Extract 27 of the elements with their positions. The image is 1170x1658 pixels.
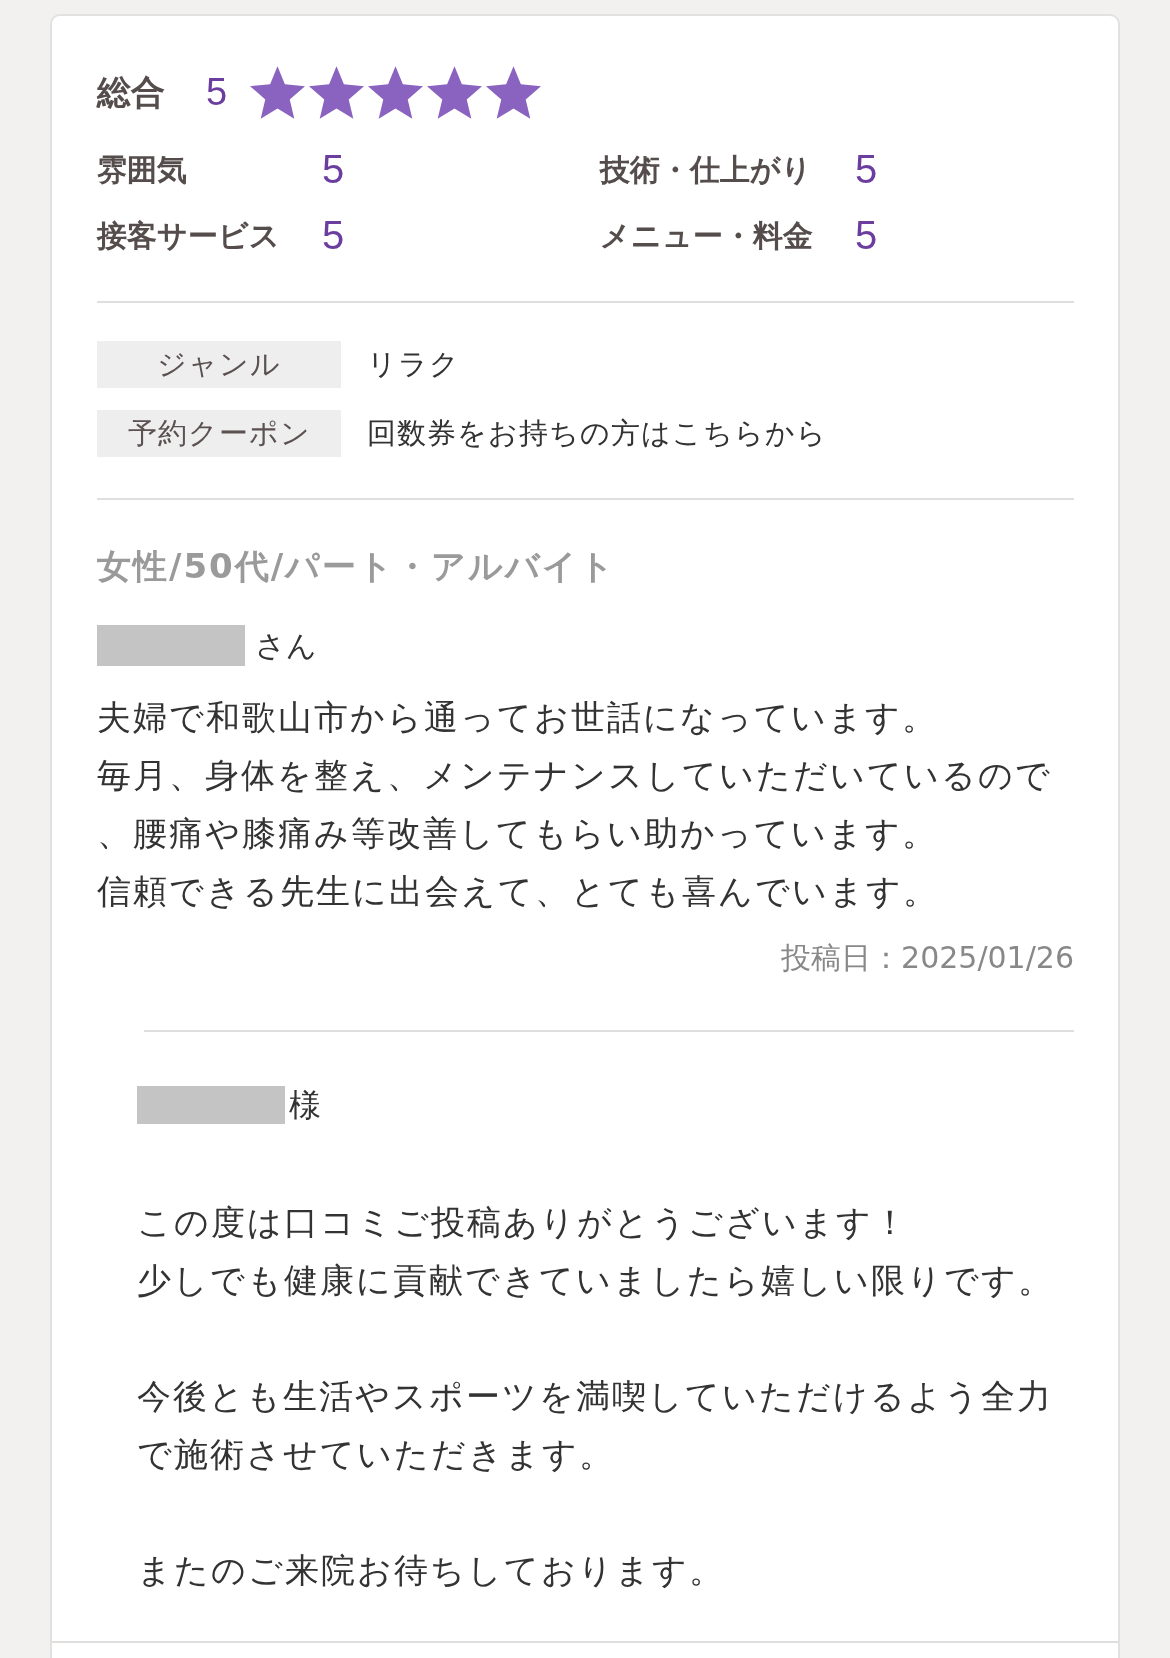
rating-label: 雰囲気 [97, 150, 187, 189]
detail-value: リラク [367, 345, 460, 383]
rating-score: 5 [855, 149, 878, 189]
review-text: 夫婦で和歌山市から通ってお世話になっています。 毎月、身体を整え、メンテナンスしていただいているので 、腰痛や膝痛み等改善してもらい助かっています。 信頼できる先生に出会えて、とても喜んでいます。 [97, 695, 1052, 913]
rating-label: メニュー・料金 [600, 216, 813, 255]
star-icon [309, 65, 365, 119]
reply-paragraph: この度は口コミご投稿ありがとうございます！ 少しでも健康に貢献できていましたら嬉しい限りです。 [137, 1200, 1054, 1302]
overall-label: 総合 [97, 75, 165, 109]
name-honorific: さん [255, 626, 317, 665]
detail-label: 予約クーポン [97, 410, 341, 457]
rating-label: 接客サービス [97, 216, 280, 255]
star-icon [250, 65, 306, 119]
reviewer-profile: 女性/50代/パート・アルバイト [97, 546, 617, 586]
name-honorific: 様 [289, 1085, 321, 1124]
star-icon [427, 65, 483, 119]
rating-score: 5 [322, 149, 345, 189]
rating-label: 技術・仕上がり [600, 150, 812, 189]
detail-value: 回数券をお持ちの方はこちらから [367, 414, 827, 452]
post-date: 投稿日：2025/01/26 [781, 938, 1074, 977]
star-icon [486, 65, 542, 119]
reply-paragraph: 今後とも生活やスポーツを満喫していただけるよう全力 で施術させていただきます。 [137, 1374, 1053, 1476]
reply-paragraph: またのご来院お待ちしております。 [137, 1548, 725, 1592]
detail-label: ジャンル [97, 341, 341, 388]
overall-score: 5 [206, 73, 228, 111]
star-icon [368, 65, 424, 119]
rating-score: 5 [322, 215, 345, 255]
rating-score: 5 [855, 215, 878, 255]
